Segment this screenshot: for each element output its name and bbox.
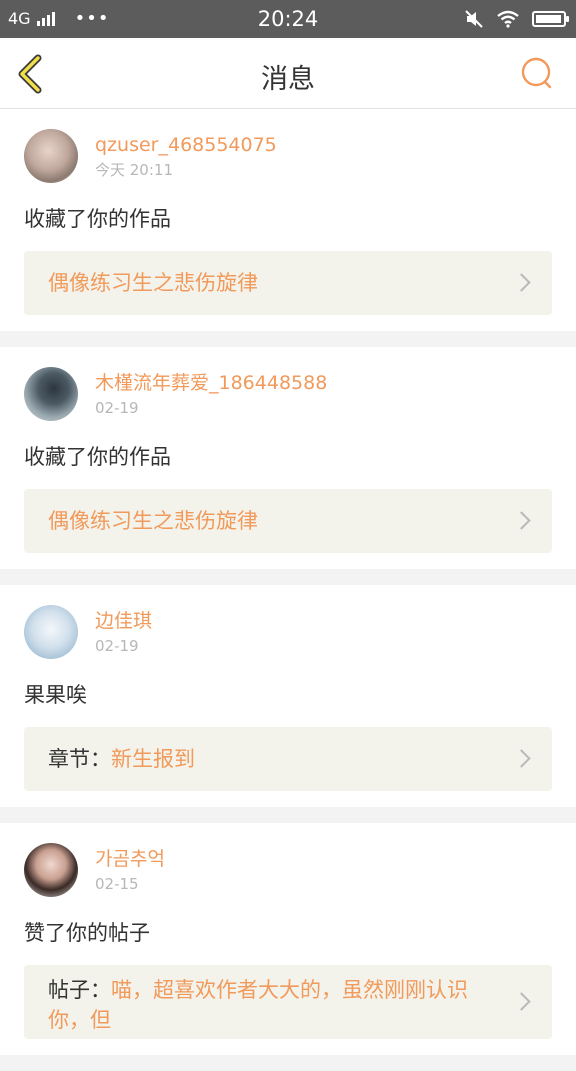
username[interactable]: qzuser_468554075 — [95, 132, 277, 158]
avatar[interactable] — [24, 843, 78, 897]
message-card: 가곰추억 02-15 赞了你的帖子 帖子：喵，超喜欢作者大大的，虽然刚刚认识你，… — [0, 823, 576, 1055]
message-header: qzuser_468554075 今天 20:11 — [24, 129, 552, 183]
message-meta: qzuser_468554075 今天 20:11 — [95, 132, 277, 180]
timestamp: 02-15 — [95, 875, 139, 893]
avatar[interactable] — [24, 367, 78, 421]
message-card: qzuser_468554075 今天 20:11 收藏了你的作品 偶像练习生之… — [0, 109, 576, 331]
avatar[interactable] — [24, 605, 78, 659]
mute-icon — [465, 10, 483, 28]
page-title: 消息 — [261, 64, 315, 95]
reference-item[interactable]: 帖子：喵，超喜欢作者大大的，虽然刚刚认识你，但 — [24, 965, 552, 1039]
reference-item[interactable]: 偶像练习生之悲伤旋律 — [24, 489, 552, 553]
action-text: 果果唉 — [24, 683, 87, 707]
battery-icon — [532, 11, 569, 27]
avatar[interactable] — [24, 129, 78, 183]
reference-text: 章节：新生报到 — [48, 744, 235, 774]
wifi-icon — [497, 10, 519, 28]
chevron-right-icon — [512, 511, 531, 530]
message-header: 가곰추억 02-15 — [24, 843, 552, 897]
reference-prefix: 章节： — [48, 747, 111, 771]
timestamp: 02-19 — [95, 399, 139, 417]
chevron-right-icon — [512, 749, 531, 768]
username[interactable]: 木槿流年葬爱_186448588 — [95, 370, 327, 396]
message-card: 木槿流年葬爱_186448588 02-19 收藏了你的作品 偶像练习生之悲伤旋… — [0, 347, 576, 569]
action-text: 收藏了你的作品 — [24, 207, 171, 231]
action-text: 赞了你的帖子 — [24, 921, 150, 945]
status-right — [464, 9, 569, 29]
timestamp: 02-19 — [95, 637, 139, 655]
status-bar: 4G ••• 20:24 — [0, 0, 576, 38]
username[interactable]: 边佳琪 — [95, 608, 152, 634]
action-text: 收藏了你的作品 — [24, 445, 171, 469]
username[interactable]: 가곰추억 — [95, 846, 165, 872]
timestamp: 今天 20:11 — [95, 161, 173, 179]
nav-bar: 消息 — [0, 38, 576, 109]
search-icon[interactable] — [520, 56, 554, 90]
message-meta: 边佳琪 02-19 — [95, 608, 152, 656]
reference-text: 帖子：喵，超喜欢作者大大的，虽然刚刚认识你，但 — [48, 975, 528, 1035]
reference-title: 新生报到 — [111, 747, 195, 771]
message-list: qzuser_468554075 今天 20:11 收藏了你的作品 偶像练习生之… — [0, 109, 576, 1071]
message-card: 边佳琪 02-19 果果唉 章节：新生报到 — [0, 585, 576, 807]
reference-text: 偶像练习生之悲伤旋律 — [48, 506, 298, 536]
reference-prefix: 帖子： — [48, 978, 111, 1002]
reference-item[interactable]: 章节：新生报到 — [24, 727, 552, 791]
reference-item[interactable]: 偶像练习生之悲伤旋律 — [24, 251, 552, 315]
message-header: 边佳琪 02-19 — [24, 605, 552, 659]
battery-fill — [536, 15, 561, 23]
message-header: 木槿流年葬爱_186448588 02-19 — [24, 367, 552, 421]
chevron-right-icon — [512, 273, 531, 292]
reference-title: 偶像练习生之悲伤旋律 — [48, 271, 258, 295]
message-meta: 木槿流年葬爱_186448588 02-19 — [95, 370, 327, 418]
reference-text: 偶像练习生之悲伤旋律 — [48, 268, 298, 298]
reference-title: 偶像练习生之悲伤旋律 — [48, 509, 258, 533]
message-meta: 가곰추억 02-15 — [95, 846, 165, 894]
